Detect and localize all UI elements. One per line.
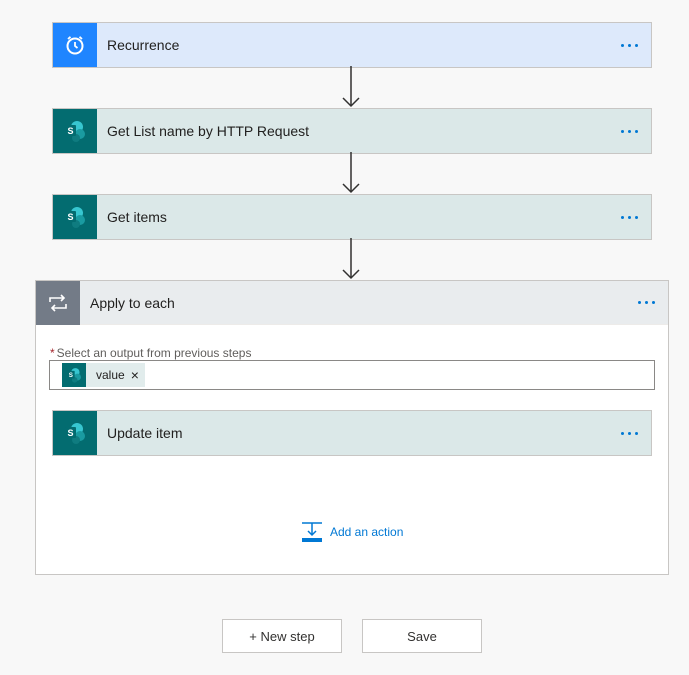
more-options-button[interactable] xyxy=(607,411,651,455)
token-label: value xyxy=(96,368,125,382)
dynamic-content-token[interactable]: S value × xyxy=(62,363,145,387)
step-get-items[interactable]: S Get items xyxy=(52,194,652,240)
svg-text:S: S xyxy=(67,212,73,222)
ellipsis-icon xyxy=(620,43,638,47)
connector-arrow-icon xyxy=(342,238,360,280)
svg-text:S: S xyxy=(67,126,73,136)
required-mark: * xyxy=(50,346,55,360)
ellipsis-icon xyxy=(620,215,638,219)
step-recurrence[interactable]: Recurrence xyxy=(52,22,652,68)
add-action-button[interactable]: Add an action xyxy=(301,521,403,543)
step-title: Recurrence xyxy=(107,37,180,53)
apply-to-each-container: Apply to each * Select an output from pre… xyxy=(35,280,669,575)
apply-to-each-title: Apply to each xyxy=(90,294,175,311)
more-options-button[interactable] xyxy=(607,195,651,239)
close-icon[interactable]: × xyxy=(131,367,139,383)
step-title: Get List name by HTTP Request xyxy=(107,123,310,139)
step-title: Get items xyxy=(107,209,167,225)
sharepoint-icon: S xyxy=(62,363,86,387)
svg-text:S: S xyxy=(67,428,73,438)
step-title: Update item xyxy=(107,425,183,441)
save-button[interactable]: Save xyxy=(362,619,482,653)
field-label: * Select an output from previous steps xyxy=(50,346,251,360)
add-action-icon xyxy=(302,522,322,542)
clock-icon xyxy=(53,23,97,67)
sharepoint-icon: S xyxy=(53,109,97,153)
ellipsis-icon xyxy=(620,129,638,133)
more-options-button[interactable] xyxy=(624,281,668,325)
output-select-input[interactable]: S value × xyxy=(49,360,655,390)
add-action-label: Add an action xyxy=(330,525,404,539)
sharepoint-icon: S xyxy=(53,195,97,239)
new-step-button[interactable]: + New step xyxy=(222,619,342,653)
more-options-button[interactable] xyxy=(607,109,651,153)
connector-arrow-icon xyxy=(342,152,360,194)
field-label-text: Select an output from previous steps xyxy=(56,346,252,360)
ellipsis-icon xyxy=(620,431,638,435)
loop-icon xyxy=(36,280,80,325)
apply-to-each-header[interactable]: Apply to each xyxy=(36,280,668,325)
ellipsis-icon xyxy=(637,301,655,304)
step-get-list-name[interactable]: S Get List name by HTTP Request xyxy=(52,108,652,154)
sharepoint-icon: S xyxy=(53,411,97,455)
connector-arrow-icon xyxy=(342,66,360,108)
step-update-item[interactable]: S Update item xyxy=(52,410,652,456)
svg-text:S: S xyxy=(69,372,73,379)
more-options-button[interactable] xyxy=(607,23,651,67)
